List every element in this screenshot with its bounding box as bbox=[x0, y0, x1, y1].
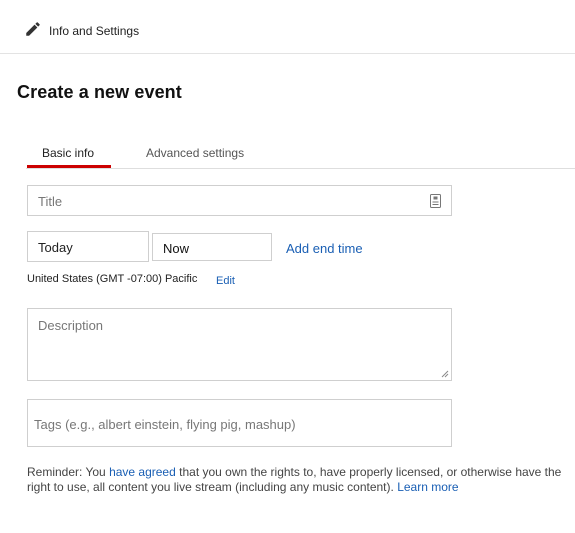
date-value: Today bbox=[38, 240, 73, 255]
add-end-time-link[interactable]: Add end time bbox=[286, 241, 363, 256]
tab-basic-info[interactable]: Basic info bbox=[42, 146, 94, 160]
reminder-prefix: Reminder: You bbox=[27, 465, 110, 479]
time-value: Now bbox=[163, 241, 190, 256]
resize-handle-icon[interactable] bbox=[441, 370, 449, 378]
tab-bar: Basic info Advanced settings bbox=[0, 140, 575, 170]
active-tab-indicator bbox=[27, 165, 111, 168]
reminder-text: Reminder: You have agreed that you own t… bbox=[27, 465, 567, 495]
tab-advanced-settings[interactable]: Advanced settings bbox=[146, 146, 244, 160]
have-agreed-link[interactable]: have agreed bbox=[109, 465, 176, 479]
document-icon bbox=[430, 194, 441, 208]
learn-more-link[interactable]: Learn more bbox=[397, 480, 458, 494]
header-bar: Info and Settings bbox=[0, 0, 575, 54]
date-input[interactable]: Today bbox=[27, 231, 149, 262]
pencil-icon[interactable] bbox=[24, 20, 42, 38]
tags-input[interactable]: Tags (e.g., albert einstein, flying pig,… bbox=[27, 399, 452, 447]
description-textarea[interactable]: Description bbox=[27, 308, 452, 381]
title-placeholder: Title bbox=[38, 194, 63, 209]
page-title: Create a new event bbox=[17, 82, 182, 102]
timezone-label: United States (GMT -07:00) Pacific bbox=[27, 273, 198, 285]
header-title: Info and Settings bbox=[49, 24, 140, 38]
title-input[interactable]: Title bbox=[27, 185, 452, 216]
timezone-edit-link[interactable]: Edit bbox=[216, 275, 235, 287]
time-input[interactable]: Now bbox=[152, 233, 272, 261]
tab-divider bbox=[26, 168, 575, 169]
tags-placeholder: Tags (e.g., albert einstein, flying pig,… bbox=[34, 417, 296, 432]
description-placeholder: Description bbox=[38, 318, 104, 333]
